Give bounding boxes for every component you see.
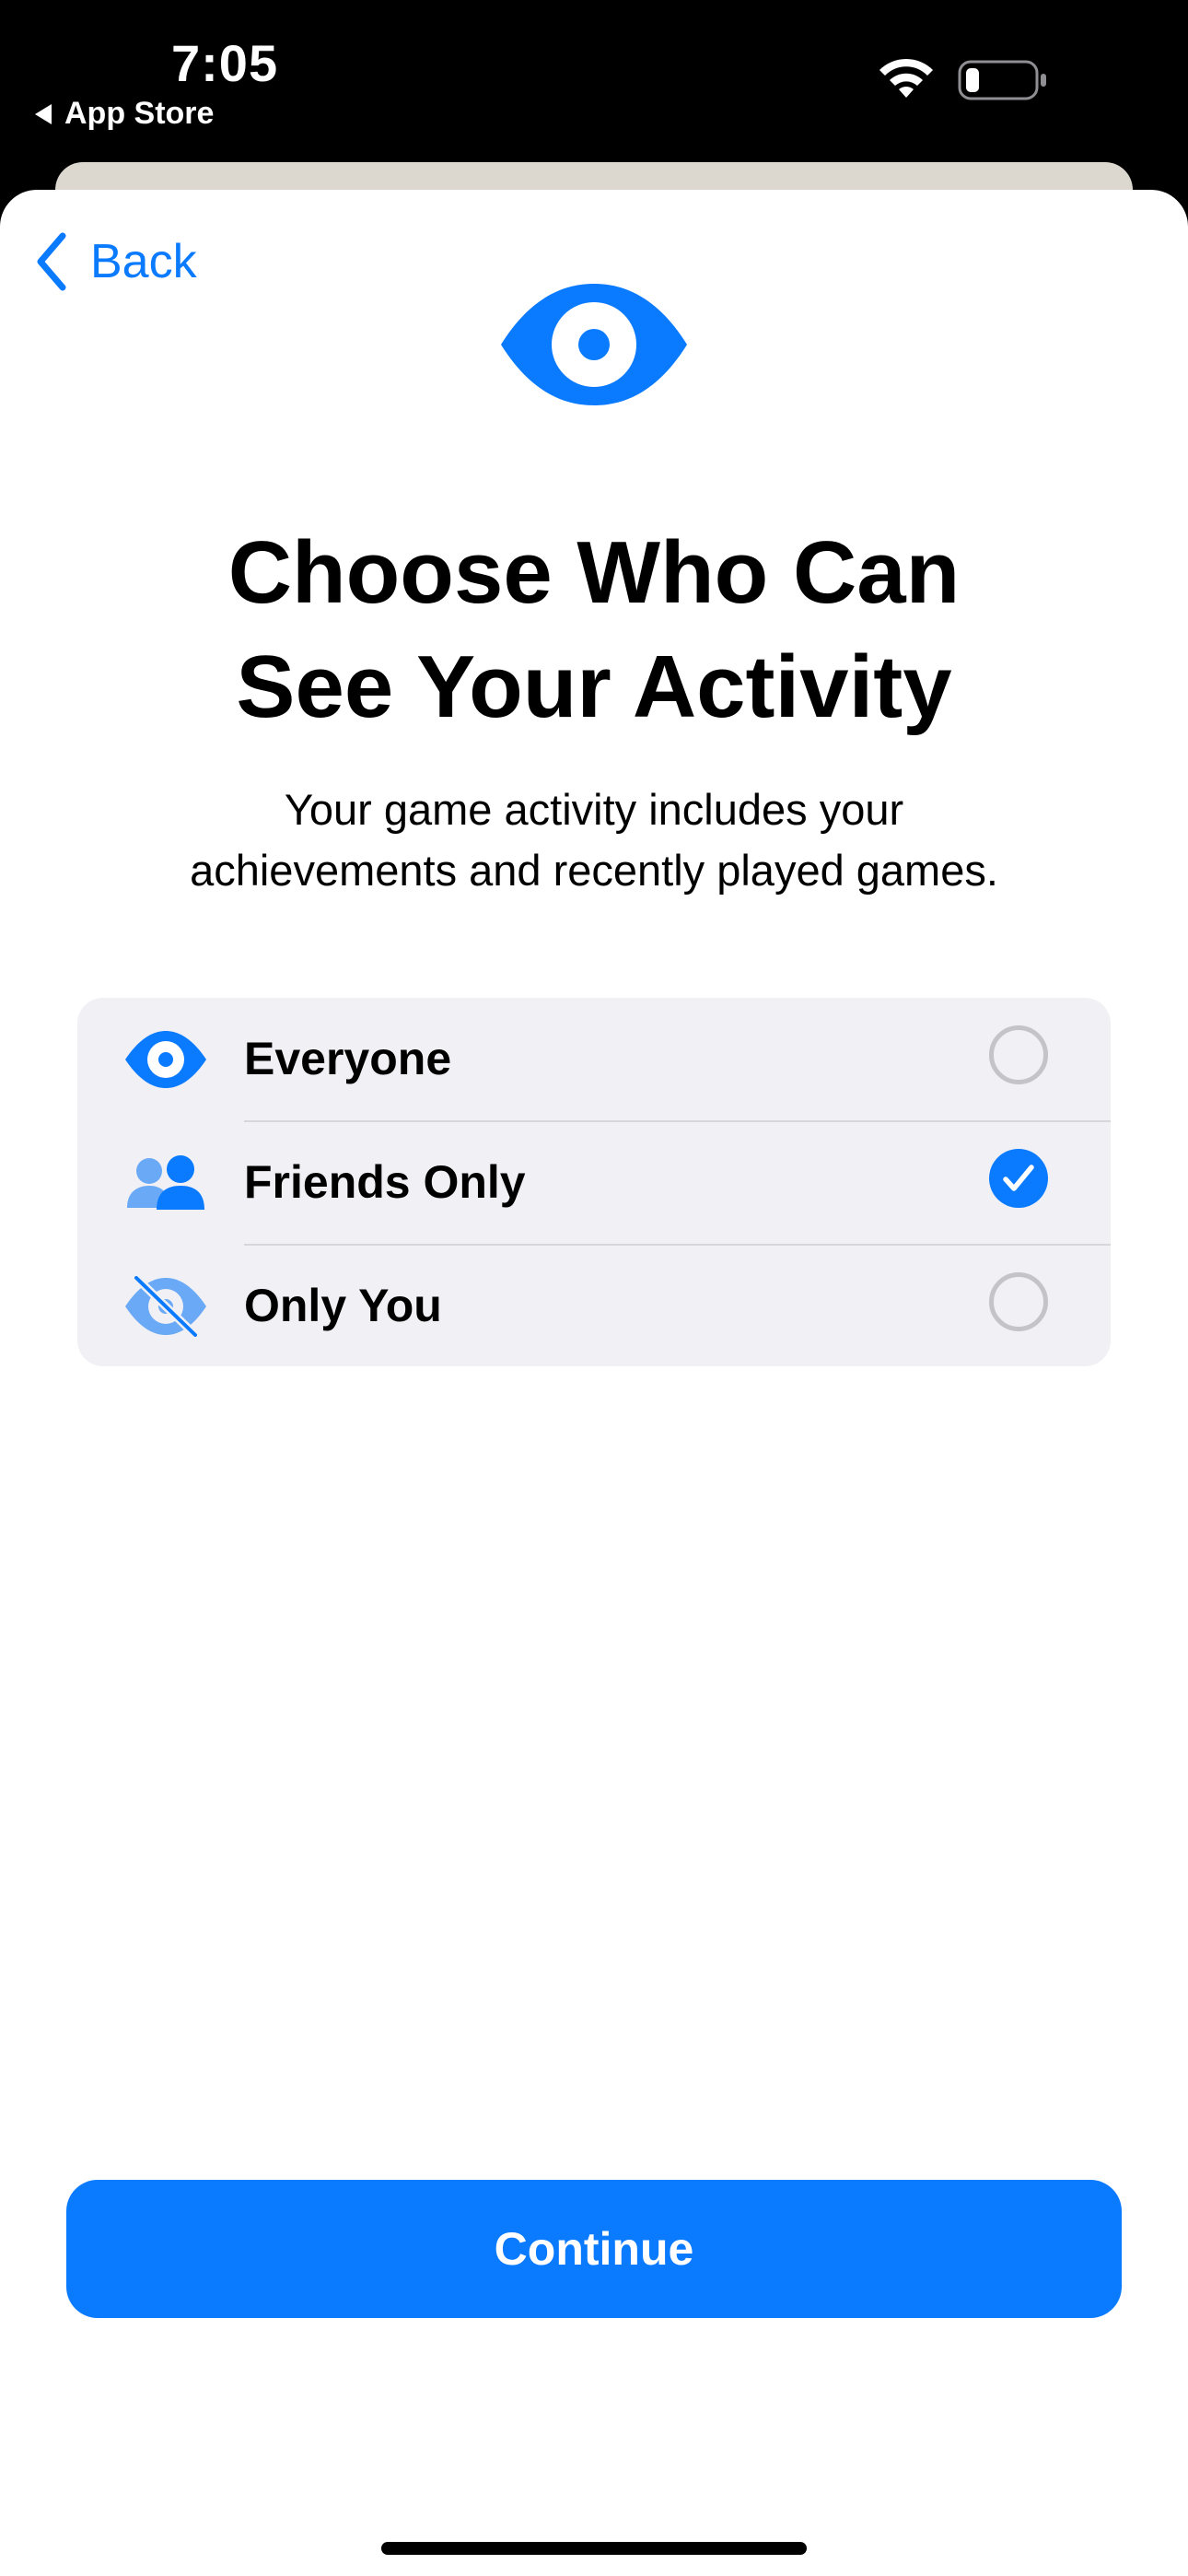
continue-button[interactable]: Continue	[66, 2180, 1122, 2318]
home-indicator[interactable]	[381, 2542, 807, 2555]
radio-unchecked[interactable]	[989, 1272, 1048, 1331]
subtitle-line-2: achievements and recently played games.	[190, 846, 998, 895]
chevron-left-icon	[37, 232, 66, 291]
eye-icon	[501, 284, 687, 405]
radio-unchecked[interactable]	[989, 1025, 1048, 1084]
option-label: Everyone	[244, 1033, 452, 1084]
visibility-options-list: Everyone Friends Only Only You	[77, 998, 1111, 1366]
eye-slash-icon	[125, 1276, 206, 1337]
back-triangle-icon	[35, 103, 52, 124]
page-subtitle: Your game activity includes your achieve…	[0, 779, 1188, 901]
status-time: 7:05	[171, 34, 279, 92]
back-label: Back	[90, 235, 197, 288]
title-line-2: See Your Activity	[236, 638, 952, 736]
people-icon	[127, 1155, 204, 1210]
option-only-you[interactable]: Only You	[77, 1245, 1111, 1366]
option-label: Friends Only	[244, 1156, 526, 1208]
title-line-1: Choose Who Can	[227, 523, 961, 622]
checkmark-icon	[1003, 1165, 1034, 1191]
option-everyone[interactable]: Everyone	[77, 998, 1111, 1120]
wifi-icon	[879, 58, 933, 98]
back-to-app-store[interactable]: App Store	[35, 96, 214, 132]
option-friends-only[interactable]: Friends Only	[77, 1121, 1111, 1244]
page-title: Choose Who Can See Your Activity	[0, 516, 1188, 744]
subtitle-line-1: Your game activity includes your	[284, 785, 904, 834]
eye-icon	[125, 1031, 206, 1088]
battery-low-icon	[958, 60, 1046, 100]
radio-checked[interactable]	[989, 1149, 1048, 1208]
back-button[interactable]: Back	[35, 232, 197, 291]
option-label: Only You	[244, 1280, 442, 1331]
back-app-label: App Store	[64, 96, 215, 131]
screen: 7:05 App Store Back Choose Who Can See Y…	[0, 0, 1188, 2576]
